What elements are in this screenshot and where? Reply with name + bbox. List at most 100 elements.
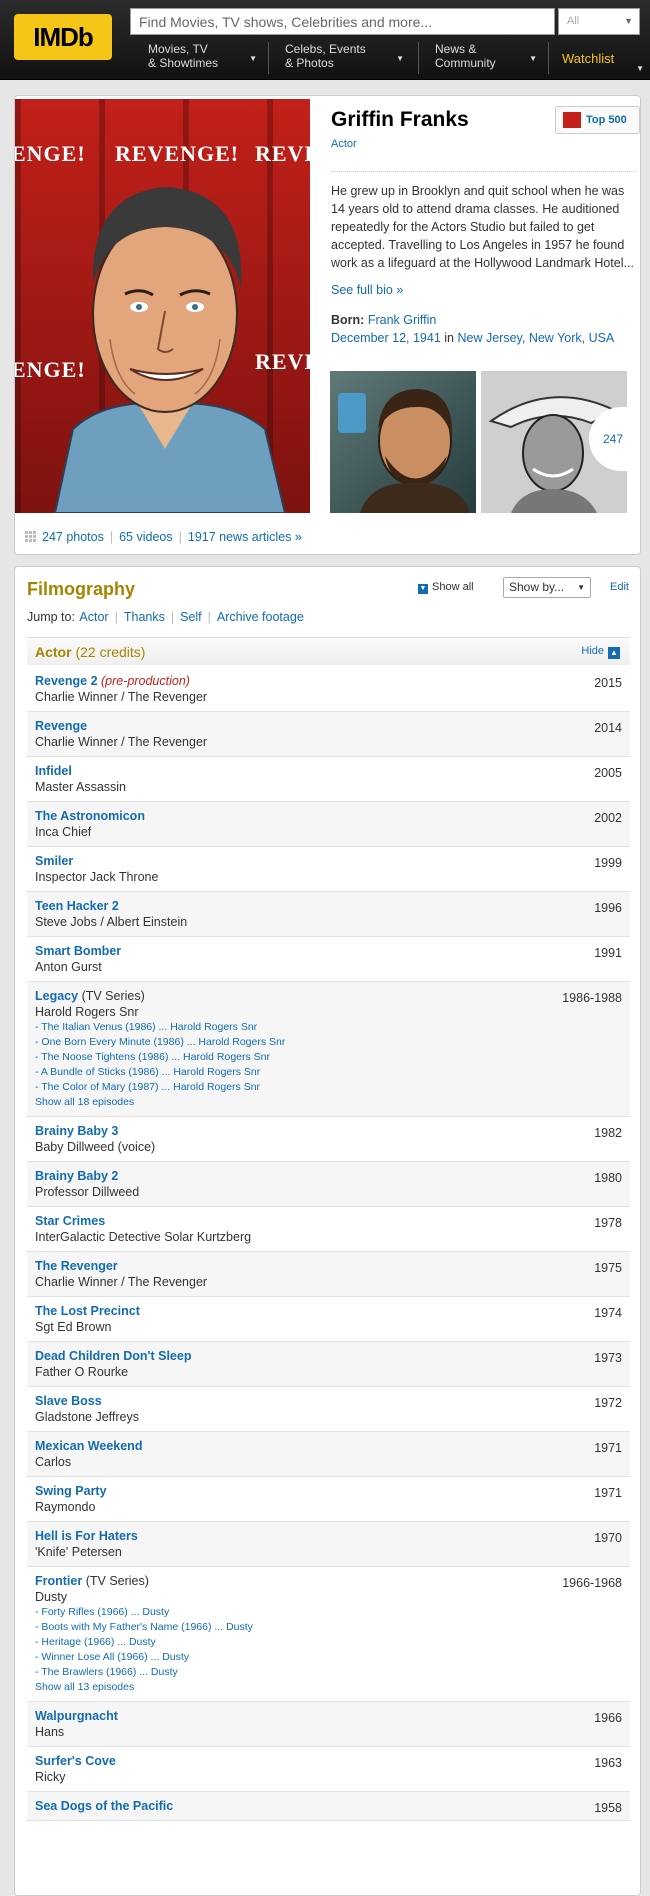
nav-label-line2: & Showtimes [148, 56, 219, 70]
episode-link[interactable]: - Forty Rifles (1966) ... Dusty [35, 1605, 622, 1620]
credit-row: Revenge 2 (pre-production) 2015 Charlie Wi… [27, 667, 630, 712]
credit-title-link[interactable]: Brainy Baby 3 [35, 1124, 118, 1138]
credit-row: Legacy (TV Series) 1986-1988 Harold Rogers… [27, 982, 630, 1117]
search-input[interactable]: Find Movies, TV shows, Celebrities and m… [130, 8, 555, 35]
credit-title-line: Slave Boss [35, 1393, 622, 1409]
credit-title-link[interactable]: Revenge 2 [35, 674, 98, 688]
credit-title-link[interactable]: Legacy [35, 989, 78, 1003]
actor-role[interactable]: Actor [331, 138, 357, 150]
imdb-logo[interactable]: IMDb [14, 14, 112, 60]
jump-to-nav: Jump to: Actor | Thanks | Self | Archive foota… [27, 610, 304, 624]
top-500-badge[interactable]: Top 500 [555, 106, 640, 134]
episode-link[interactable]: - The Italian Venus (1986) ... Harold Ro… [35, 1020, 622, 1035]
credit-title-link[interactable]: The Revenger [35, 1259, 118, 1273]
credit-title-link[interactable]: The Astronomicon [35, 809, 145, 823]
credit-title-link[interactable]: Surfer's Cove [35, 1754, 116, 1768]
episode-link[interactable]: - The Brawlers (1966) ... Dusty [35, 1665, 622, 1680]
credit-character: Sgt Ed Brown [35, 1320, 112, 1334]
credit-row: Teen Hacker 2 1996 Steve Jobs / Albert Ein… [27, 892, 630, 937]
credit-title-link[interactable]: Slave Boss [35, 1394, 102, 1408]
episode-link[interactable]: - Heritage (1966) ... Dusty [35, 1635, 622, 1650]
photo-thumbnail[interactable]: 247 [481, 371, 627, 513]
credit-title-link[interactable]: Brainy Baby 2 [35, 1169, 118, 1183]
episode-link[interactable]: - Boots with My Father's Name (1966) ...… [35, 1620, 622, 1635]
credit-title-link[interactable]: Sea Dogs of the Pacific [35, 1799, 173, 1813]
episode-link[interactable]: - One Born Every Minute (1986) ... Harol… [35, 1035, 622, 1050]
episode-link[interactable]: - Winner Lose All (1966) ... Dusty [35, 1650, 622, 1665]
credit-title-link[interactable]: Teen Hacker 2 [35, 899, 119, 913]
watchlist-button[interactable]: Watchlist ▼ [552, 42, 650, 76]
episode-link[interactable]: - The Noose Tightens (1986) ... Harold R… [35, 1050, 622, 1065]
credit-title-link[interactable]: Frontier [35, 1574, 82, 1588]
credit-character: Harold Rogers Snr [35, 1005, 139, 1019]
show-all-label: Show all [432, 581, 474, 593]
birth-place-link[interactable]: New Jersey, New York, USA [458, 331, 615, 345]
photo-grid-icon [25, 531, 36, 542]
credit-year: 1999 [594, 856, 622, 870]
nav-label-line1: Celebs, Events [285, 42, 366, 56]
born-in-text: in [444, 331, 455, 345]
chevron-down-icon: ▼ [249, 54, 257, 63]
credit-title-link[interactable]: Mexican Weekend [35, 1439, 142, 1453]
nav-movies-tv[interactable]: Movies, TV & Showtimes ▼ [138, 42, 263, 76]
episode-link[interactable]: - The Color of Mary (1987) ... Harold Ro… [35, 1080, 622, 1095]
credit-row: Surfer's Cove 1963 Ricky [27, 1747, 630, 1792]
chevron-down-icon: ▼ [396, 54, 404, 63]
credit-title-link[interactable]: Infidel [35, 764, 72, 778]
nav-celebs-events[interactable]: Celebs, Events & Photos ▼ [275, 42, 410, 76]
jump-link-self[interactable]: Self [180, 610, 202, 624]
episode-link[interactable]: - A Bundle of Sticks (1986) ... Harold R… [35, 1065, 622, 1080]
chevron-down-icon: ▼ [418, 584, 428, 594]
hide-section-button[interactable]: Hide ▲ [581, 645, 620, 659]
credit-title-link[interactable]: Dead Children Don't Sleep [35, 1349, 191, 1363]
show-by-select[interactable]: Show by... ▼ [503, 577, 591, 598]
credit-title-link[interactable]: Revenge [35, 719, 87, 733]
credit-row: Infidel 2005 Master Assassin [27, 757, 630, 802]
jump-link-thanks[interactable]: Thanks [124, 610, 165, 624]
credit-year: 1978 [594, 1216, 622, 1230]
profile-poster-image[interactable]: ENGE! REVENGE! REVEN ENGE! REVEN [15, 99, 310, 513]
videos-link[interactable]: 65 videos [119, 530, 173, 544]
jump-link-archive[interactable]: Archive footage [217, 610, 304, 624]
news-link[interactable]: 1917 news articles » [188, 530, 302, 544]
credit-title-line: Star Crimes [35, 1213, 622, 1229]
chevron-down-icon: ▼ [636, 64, 644, 73]
actor-section-header: Actor (22 credits) Hide ▲ [27, 637, 630, 665]
credit-title-link[interactable]: Walpurgnacht [35, 1709, 118, 1723]
credit-character: Ricky [35, 1770, 66, 1784]
nav-divider [268, 42, 269, 74]
credit-kind: (TV Series) [85, 1574, 149, 1588]
credit-count: (22 credits) [75, 644, 146, 660]
credit-row: Brainy Baby 2 1980 Professor Dillweed [27, 1162, 630, 1207]
credit-title-link[interactable]: Hell is For Haters [35, 1529, 138, 1543]
show-all-episodes-link[interactable]: Show all 18 episodes [35, 1095, 622, 1110]
search-filter-select[interactable]: All ▼ [558, 8, 640, 35]
chevron-down-icon: ▼ [624, 16, 633, 26]
jump-link-actor[interactable]: Actor [79, 610, 108, 624]
nav-news-community[interactable]: News & Community ▼ [425, 42, 543, 76]
credit-title-link[interactable]: Smart Bomber [35, 944, 121, 958]
credit-title-link[interactable]: The Lost Precinct [35, 1304, 140, 1318]
credit-year: 1958 [594, 1801, 622, 1815]
show-all-episodes-link[interactable]: Show all 13 episodes [35, 1680, 622, 1695]
credit-title-link[interactable]: Smiler [35, 854, 73, 868]
credit-character: Charlie Winner / The Revenger [35, 1275, 208, 1289]
photos-link[interactable]: 247 photos [42, 530, 104, 544]
see-full-bio-link[interactable]: See full bio » [331, 283, 403, 297]
credit-row: Frontier (TV Series) 1966-1968 Dusty - Fort… [27, 1567, 630, 1702]
show-all-toggle[interactable]: ▼ Show all [418, 581, 474, 594]
jump-to-label: Jump to: [27, 610, 75, 624]
birth-date-link[interactable]: December 12, 1941 [331, 331, 441, 345]
edit-link[interactable]: Edit [610, 581, 629, 593]
credit-character: Carlos [35, 1455, 72, 1469]
credit-title-link[interactable]: Star Crimes [35, 1214, 105, 1228]
credit-title-line: Brainy Baby 3 [35, 1123, 622, 1139]
birth-name-link[interactable]: Frank Griffin [368, 313, 437, 327]
credit-year: 1991 [594, 946, 622, 960]
credit-title-line: Legacy (TV Series) [35, 988, 622, 1004]
credit-row: Brainy Baby 3 1982 Baby Dillweed (voice) [27, 1117, 630, 1162]
photo-thumbnail[interactable] [330, 371, 476, 513]
nav-divider [418, 42, 419, 74]
credit-title-link[interactable]: Swing Party [35, 1484, 107, 1498]
credit-row: The Revenger 1975 Charlie Winner / The Rev… [27, 1252, 630, 1297]
